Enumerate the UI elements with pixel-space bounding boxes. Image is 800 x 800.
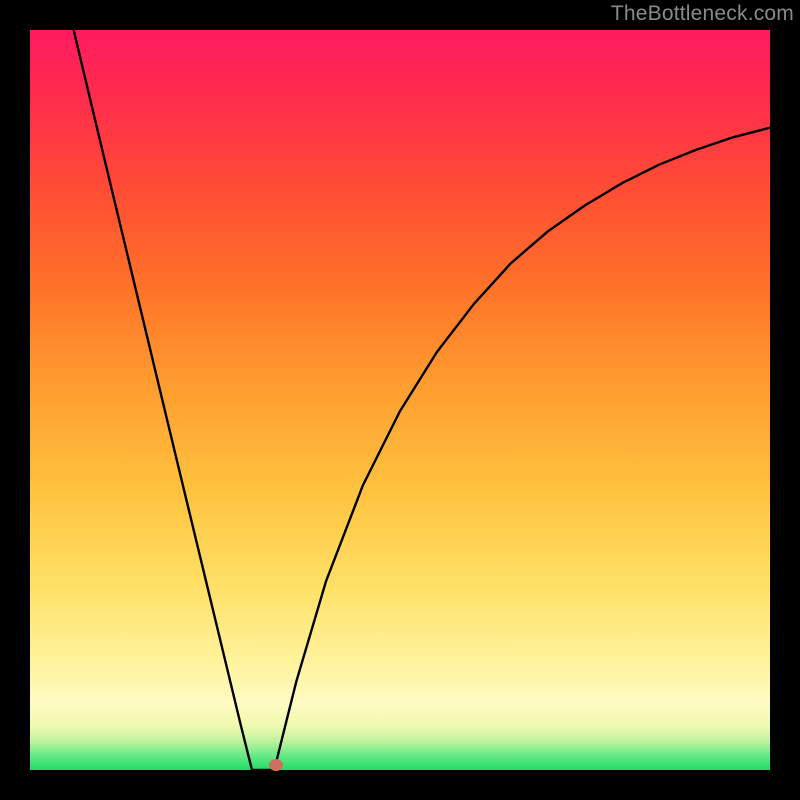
watermark-text: TheBottleneck.com: [611, 2, 794, 26]
chart-container: TheBottleneck.com: [0, 0, 800, 800]
curve-path: [74, 30, 770, 770]
optimal-point-marker: [269, 759, 283, 771]
plot-area: [30, 30, 770, 770]
bottleneck-curve: [30, 30, 770, 770]
